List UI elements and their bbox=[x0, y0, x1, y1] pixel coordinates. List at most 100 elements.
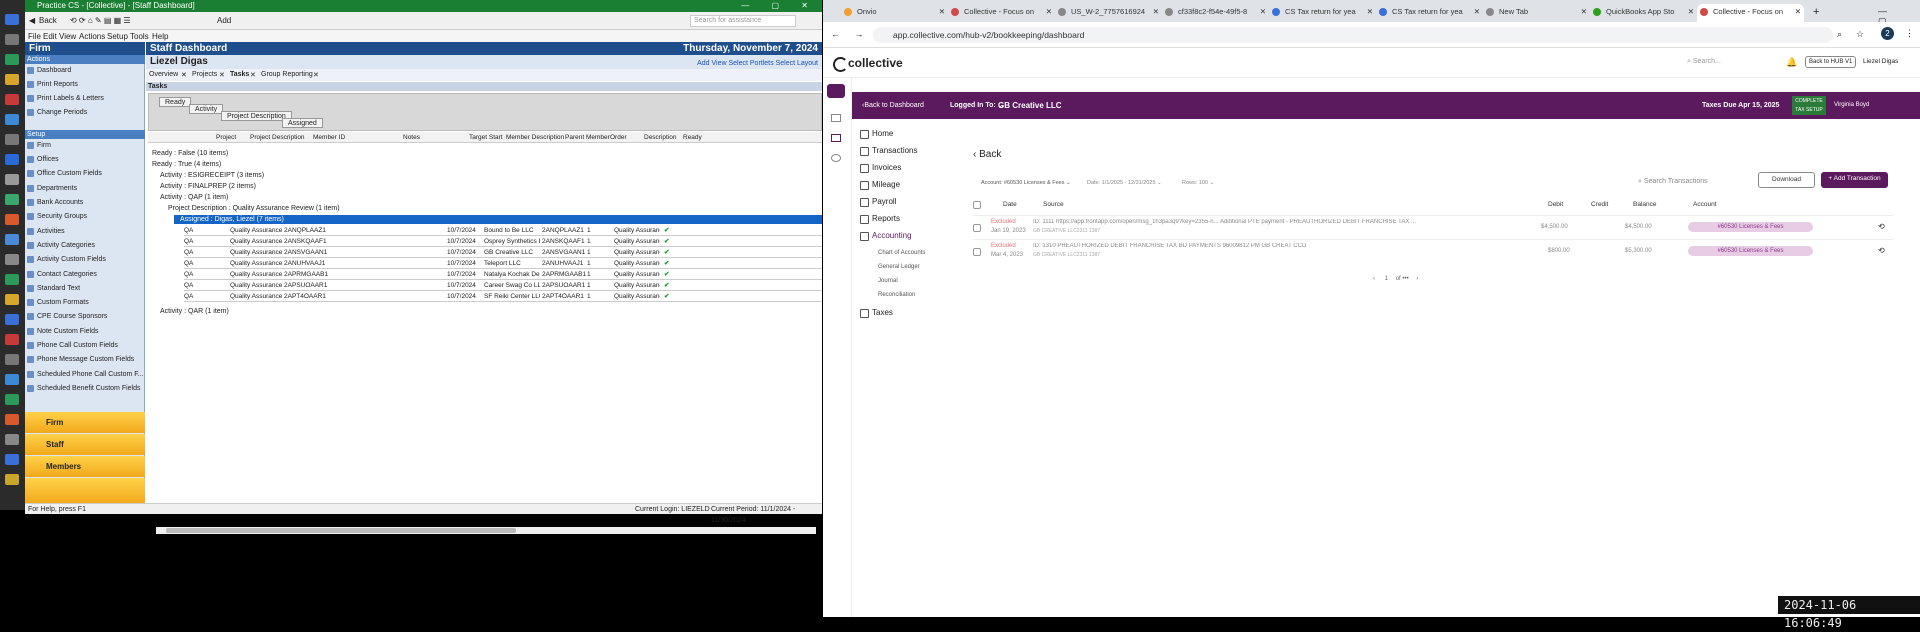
rail-books-icon[interactable] bbox=[827, 84, 845, 98]
col-header[interactable]: Member ID bbox=[313, 134, 345, 141]
sidebar-item-setup[interactable]: Bank Accounts bbox=[25, 197, 143, 208]
close-icon[interactable]: ✕ bbox=[250, 71, 256, 79]
tab-tasks[interactable]: Tasks bbox=[230, 71, 249, 78]
sidebar-item-setup[interactable]: Standard Text bbox=[25, 283, 143, 294]
next-page-icon[interactable]: › bbox=[1416, 276, 1418, 282]
app-icon[interactable] bbox=[5, 274, 19, 285]
assistance-search-input[interactable]: Search for assistance bbox=[690, 15, 796, 27]
subnav-reconciliation[interactable]: Reconciliation bbox=[878, 292, 915, 298]
browser-tab[interactable]: cf33f8c2-f54e-49f5-8 ✕ bbox=[1162, 4, 1269, 22]
app-icon[interactable] bbox=[5, 234, 19, 245]
nav-reports[interactable]: Reports bbox=[859, 214, 900, 224]
app-icon[interactable] bbox=[5, 154, 19, 165]
tab-projects[interactable]: Projects bbox=[192, 71, 217, 78]
group-chip-assigned[interactable]: Assigned bbox=[282, 118, 323, 128]
app-icon[interactable] bbox=[5, 474, 19, 485]
window-controls[interactable]: — ▢ ✕ bbox=[741, 0, 818, 12]
bell-icon[interactable]: 🔔 bbox=[1786, 57, 1797, 68]
rows-filter[interactable]: Rows: 100 ⌄ bbox=[1182, 180, 1214, 186]
back-to-dashboard-button[interactable]: ‹ Back to Dashboard bbox=[862, 92, 924, 119]
app-icon[interactable] bbox=[5, 214, 19, 225]
nav-payroll[interactable]: Payroll bbox=[859, 197, 896, 207]
nav-transactions[interactable]: Transactions bbox=[860, 146, 918, 156]
app-icon[interactable] bbox=[5, 134, 19, 145]
row-checkbox[interactable] bbox=[973, 224, 981, 232]
group-row[interactable]: Activity : FINALPREP (2 items) bbox=[160, 183, 256, 190]
select-layout-link[interactable]: Select Layout bbox=[776, 60, 818, 67]
app-icon[interactable] bbox=[5, 254, 19, 265]
account-chip[interactable]: #60530 Licenses & Fees bbox=[1688, 222, 1813, 232]
app-icon[interactable] bbox=[5, 94, 19, 105]
user-menu[interactable]: Liezel Digas bbox=[1863, 58, 1898, 65]
app-icon[interactable] bbox=[5, 414, 19, 425]
close-icon[interactable]: ✕ bbox=[1474, 4, 1480, 20]
group-chip-ready[interactable]: Ready bbox=[159, 97, 192, 107]
back-to-hub-button[interactable]: Back to HUB V1 bbox=[1805, 56, 1857, 68]
page-number[interactable]: 1 bbox=[1385, 276, 1388, 282]
sidebar-item-setup[interactable]: Offices bbox=[25, 154, 143, 165]
new-tab-icon[interactable]: + bbox=[1813, 6, 1819, 18]
transaction-row[interactable]: Excluded Jan 19, 2023 ID: 1111 https://a… bbox=[973, 215, 1893, 239]
close-icon[interactable]: ✕ bbox=[1367, 4, 1373, 20]
add-view-link[interactable]: Add View bbox=[697, 60, 726, 67]
close-icon[interactable]: ✕ bbox=[1581, 4, 1587, 20]
sidebar-item-setup[interactable]: Custom Formats bbox=[25, 297, 143, 308]
browser-tab[interactable]: US_W-2_7757616924 ✕ bbox=[1055, 4, 1162, 22]
app-icon[interactable] bbox=[5, 294, 19, 305]
add-button[interactable]: Add bbox=[217, 16, 231, 25]
sidebar-item-setup[interactable]: Scheduled Benefit Custom Fields bbox=[25, 383, 143, 394]
col-header-date[interactable]: Date bbox=[1003, 201, 1017, 208]
app-icon[interactable] bbox=[5, 194, 19, 205]
task-row[interactable]: QA Quality Assurance 2ANSVGAAN1 10/7/2024 GB… bbox=[184, 248, 822, 258]
date-filter[interactable]: Date: 1/1/2025 - 12/31/2025 ⌄ bbox=[1087, 180, 1162, 186]
nav-taxes[interactable]: Taxes bbox=[860, 308, 893, 318]
close-icon[interactable]: ✕ bbox=[1153, 4, 1159, 20]
sidebar-item-print-labels[interactable]: Print Labels & Letters bbox=[25, 93, 143, 104]
sidebar-item-setup[interactable]: Security Groups bbox=[25, 211, 143, 222]
back-button[interactable]: Back bbox=[39, 16, 57, 25]
sidebar-item-setup[interactable]: Firm bbox=[25, 140, 143, 151]
task-row[interactable]: QA Quality Assurance 2ANSKQAAF1 10/7/2024 Os… bbox=[184, 237, 822, 247]
sidebar-item-setup[interactable]: Phone Call Custom Fields bbox=[25, 340, 143, 351]
rail-icon[interactable] bbox=[831, 154, 841, 162]
app-icon[interactable] bbox=[5, 114, 19, 125]
back-arrow-icon[interactable]: ◀ bbox=[29, 16, 35, 25]
close-icon[interactable]: ✕ bbox=[1046, 4, 1052, 20]
close-icon[interactable]: ✕ bbox=[181, 71, 187, 79]
nav-accounting[interactable]: Accounting bbox=[860, 231, 912, 241]
transaction-row[interactable]: Excluded Mar 4, 2023 ID: 1310 PREAUTHORI… bbox=[973, 239, 1893, 263]
browser-tab[interactable]: QuickBooks App Sto ✕ bbox=[1590, 4, 1697, 22]
browser-tab[interactable]: CS Tax return for yea ✕ bbox=[1376, 4, 1483, 22]
sidebar-item-setup[interactable]: Activity Categories bbox=[25, 240, 143, 251]
profile-avatar[interactable]: 2 bbox=[1881, 27, 1894, 40]
app-icon[interactable] bbox=[5, 374, 19, 385]
close-icon[interactable]: ✕ bbox=[313, 71, 319, 79]
group-row[interactable]: Activity : ESIGRECEIPT (3 items) bbox=[160, 172, 264, 179]
transactions-search-input[interactable]: ⌕ Search Transactions bbox=[1638, 178, 1708, 186]
nav-invoices[interactable]: Invoices bbox=[859, 163, 901, 173]
selected-group-row[interactable]: Assigned : Digas, Liezel (7 items) bbox=[174, 215, 822, 224]
select-portlets-link[interactable]: Select Portlets bbox=[728, 60, 773, 67]
row-checkbox[interactable] bbox=[973, 248, 981, 256]
browser-tab[interactable]: CS Tax return for yea ✕ bbox=[1269, 4, 1376, 22]
browser-tab[interactable]: New Tab ✕ bbox=[1483, 4, 1590, 22]
close-icon[interactable]: ✕ bbox=[1795, 4, 1801, 20]
staff-nav-button[interactable]: Staff bbox=[25, 434, 145, 455]
subnav-chart-of-accounts[interactable]: Chart of Accounts bbox=[878, 250, 925, 256]
task-row[interactable]: QA Quality Assurance 2ANQPLAAZ1 10/7/2024 Bo… bbox=[184, 226, 822, 236]
app-search-input[interactable]: ⌕ Search... bbox=[1687, 58, 1721, 66]
nav-home[interactable]: Home bbox=[859, 129, 893, 139]
app-icon[interactable] bbox=[5, 434, 19, 445]
col-header-balance[interactable]: Balance bbox=[1633, 201, 1657, 208]
col-header[interactable]: Target Start bbox=[469, 134, 503, 141]
group-row[interactable]: Ready : False (10 items) bbox=[152, 150, 228, 157]
browser-tab[interactable]: Onvio ✕ bbox=[841, 4, 948, 22]
menu-view[interactable]: View bbox=[59, 32, 76, 41]
col-header[interactable]: Order bbox=[610, 134, 627, 141]
prev-page-icon[interactable]: ‹ bbox=[1373, 276, 1375, 282]
toolbar-icons[interactable]: ⟲ ⟳ ⌂ ✎ ▤ ▦ ☰ bbox=[70, 16, 131, 25]
sidebar-item-setup[interactable]: CPE Course Sponsors bbox=[25, 311, 143, 322]
app-icon[interactable] bbox=[5, 454, 19, 465]
menu-tools[interactable]: Tools bbox=[130, 32, 149, 41]
menu-setup[interactable]: Setup bbox=[107, 32, 128, 41]
